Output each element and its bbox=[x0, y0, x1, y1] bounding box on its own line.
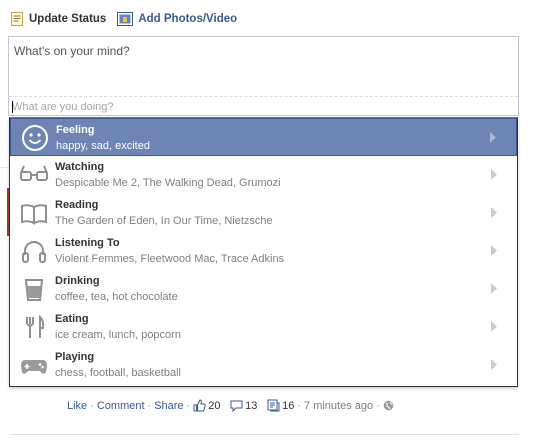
chevron-right-icon bbox=[491, 283, 497, 294]
likes-count-link[interactable]: 20 bbox=[193, 399, 221, 412]
activity-item-drinking[interactable]: Drinking coffee, tea, hot chocolate bbox=[10, 270, 517, 308]
separator: · bbox=[297, 399, 302, 412]
comments-count-link[interactable]: 13 bbox=[230, 400, 257, 412]
smiley-icon bbox=[22, 125, 48, 151]
headphones-icon bbox=[22, 241, 46, 263]
separator: · bbox=[376, 399, 380, 412]
activity-item-feeling[interactable]: Feeling happy, sad, excited bbox=[10, 118, 517, 156]
globe-icon[interactable] bbox=[383, 400, 394, 411]
activity-title: Eating bbox=[55, 313, 89, 325]
cup-icon bbox=[24, 279, 44, 301]
share-doc-icon bbox=[267, 399, 280, 412]
activity-item-eating[interactable]: Eating ice cream, lunch, popcorn bbox=[10, 308, 517, 346]
book-icon bbox=[21, 204, 47, 225]
activity-title: Listening To bbox=[55, 237, 120, 249]
chevron-right-icon bbox=[491, 321, 497, 332]
activity-dropdown: Feeling happy, sad, excited Watching Des… bbox=[9, 117, 518, 387]
activity-title: Watching bbox=[55, 161, 105, 173]
post-actions: Like · Comment · Share · 20 · 13 · 16 · … bbox=[67, 399, 394, 412]
comment-link[interactable]: Comment bbox=[97, 400, 145, 412]
activity-subtitle: happy, sad, excited bbox=[56, 140, 150, 152]
chevron-right-icon bbox=[491, 169, 497, 180]
comments-count: 13 bbox=[245, 399, 258, 412]
activity-subtitle: The Garden of Eden, In Our Time, Nietzsc… bbox=[55, 215, 273, 227]
activity-subtitle: Despicable Me 2, The Walking Dead, Grumo… bbox=[55, 177, 281, 189]
activity-item-reading[interactable]: Reading The Garden of Eden, In Our Time,… bbox=[10, 194, 517, 232]
share-link[interactable]: Share bbox=[154, 400, 183, 412]
activity-title: Reading bbox=[55, 199, 99, 211]
activity-title: Feeling bbox=[56, 124, 95, 136]
chevron-right-icon bbox=[491, 207, 497, 218]
activity-item-watching[interactable]: Watching Despicable Me 2, The Walking De… bbox=[10, 156, 517, 194]
activity-title: Playing bbox=[55, 351, 95, 363]
status-input[interactable]: What's on your mind? bbox=[14, 44, 130, 58]
activity-subtitle: ice cream, lunch, popcorn bbox=[55, 329, 181, 341]
chevron-right-icon bbox=[491, 245, 497, 256]
photo-icon bbox=[117, 12, 134, 26]
gamepad-icon bbox=[21, 360, 47, 374]
activity-input[interactable] bbox=[11, 99, 516, 115]
activity-subtitle: Violent Femmes, Fleetwood Mac, Trace Adk… bbox=[55, 253, 285, 265]
separator: · bbox=[186, 399, 191, 412]
shares-count-link[interactable]: 16 bbox=[267, 399, 294, 412]
shares-count: 16 bbox=[282, 399, 295, 412]
thumbs-up-icon bbox=[193, 399, 206, 412]
composer-tabs: Update Status Add Photos/Video bbox=[10, 9, 237, 29]
fork-knife-icon bbox=[26, 314, 45, 338]
status-composer[interactable]: What's on your mind? bbox=[8, 36, 519, 116]
left-divider bbox=[0, 167, 9, 168]
like-link[interactable]: Like bbox=[67, 400, 87, 412]
glasses-icon bbox=[20, 165, 48, 181]
add-photos-label: Add Photos/Video bbox=[138, 13, 238, 25]
comment-bubble-icon bbox=[230, 400, 243, 412]
add-photos-tab[interactable]: Add Photos/Video bbox=[117, 12, 237, 26]
separator: · bbox=[147, 399, 152, 412]
chevron-right-icon bbox=[490, 132, 496, 143]
activity-subtitle: coffee, tea, hot chocolate bbox=[55, 291, 178, 303]
likes-count: 20 bbox=[208, 399, 221, 412]
update-status-label: Update Status bbox=[29, 13, 107, 25]
composer-divider bbox=[9, 96, 518, 97]
separator: · bbox=[90, 399, 94, 412]
status-icon bbox=[11, 12, 23, 26]
post-timestamp[interactable]: 7 minutes ago bbox=[304, 400, 373, 412]
activity-item-listening[interactable]: Listening To Violent Femmes, Fleetwood M… bbox=[10, 232, 517, 270]
update-status-tab[interactable]: Update Status bbox=[10, 12, 106, 26]
activity-title: Drinking bbox=[55, 275, 100, 287]
text-caret bbox=[12, 101, 13, 113]
activity-subtitle: chess, football, basketball bbox=[55, 367, 181, 379]
chevron-right-icon bbox=[491, 359, 497, 370]
bottom-divider bbox=[10, 434, 519, 435]
activity-item-playing[interactable]: Playing chess, football, basketball bbox=[10, 346, 517, 384]
